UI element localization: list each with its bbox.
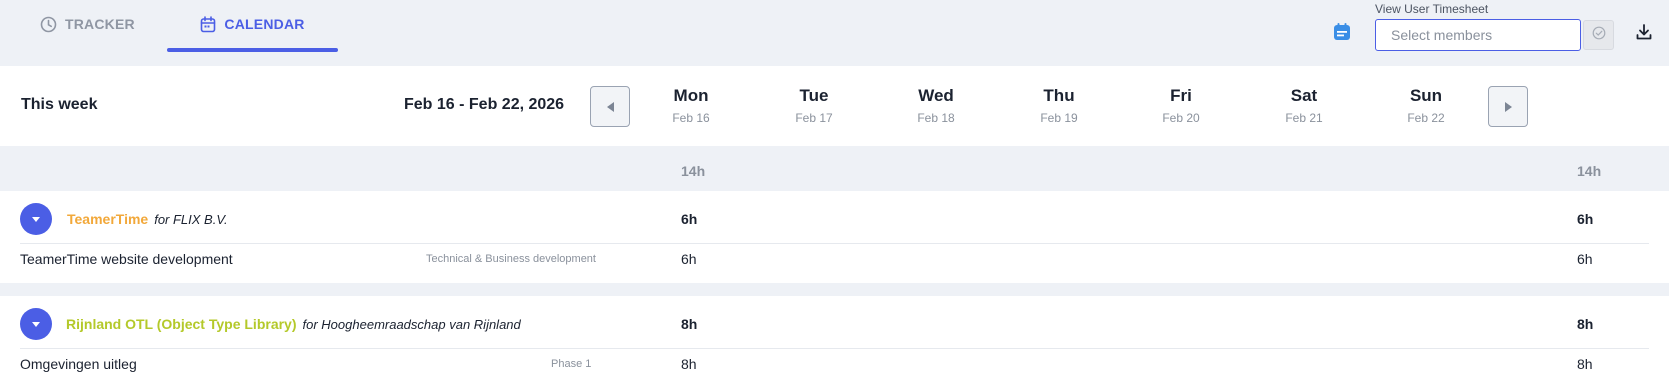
day-header-fri: Fri Feb 20: [1131, 86, 1231, 125]
project-client: for FLIX B.V.: [154, 212, 228, 227]
arrow-right-icon: [1504, 101, 1512, 112]
task-category: Phase 1: [551, 358, 592, 370]
week-header: This week Feb 16 - Feb 22, 2026 Mon Feb …: [0, 66, 1669, 146]
task-hours-total: 6h: [1577, 251, 1593, 267]
task-hours-mon: 8h: [681, 356, 697, 372]
project-name: TeamerTime: [67, 211, 149, 227]
day-date: Feb 20: [1162, 111, 1200, 125]
chevron-down-icon: [32, 216, 40, 222]
divider: [20, 243, 1649, 244]
project-card: TeamerTime for FLIX B.V. 6h 6h TeamerTim…: [0, 191, 1669, 283]
project-client: for Hoogheemraadschap van Rijnland: [302, 317, 521, 332]
divider: [20, 348, 1649, 349]
top-bar: TRACKER CALENDAR View User Timesheet: [0, 0, 1669, 62]
day-name: Tue: [799, 86, 829, 105]
tab-calendar-label: CALENDAR: [224, 16, 305, 32]
day-header-thu: Thu Feb 19: [1009, 86, 1109, 125]
day-header-sat: Sat Feb 21: [1254, 86, 1354, 125]
day-date: Feb 18: [917, 111, 955, 125]
project-header: Rijnland OTL (Object Type Library) for H…: [66, 316, 521, 332]
day-date: Feb 21: [1285, 111, 1323, 125]
day-date: Feb 17: [795, 111, 833, 125]
task-hours-mon: 6h: [681, 251, 697, 267]
project-hours-mon: 8h: [681, 316, 698, 332]
tab-calendar[interactable]: CALENDAR: [167, 0, 338, 52]
day-name: Fri: [1170, 86, 1192, 105]
day-name: Sat: [1290, 86, 1318, 105]
expand-project-button[interactable]: [20, 203, 52, 235]
chevron-down-icon: [32, 321, 40, 327]
arrow-left-icon: [606, 101, 614, 112]
day-header-sun: Sun Feb 22: [1376, 86, 1476, 125]
totals-row: 14h 14h: [0, 152, 1669, 190]
task-hours-total: 8h: [1577, 356, 1593, 372]
clock-icon: [40, 16, 57, 33]
download-icon[interactable]: [1633, 21, 1655, 43]
calendar-picker-icon[interactable]: [1331, 21, 1353, 43]
day-name: Wed: [918, 86, 954, 105]
day-date: Feb 16: [672, 111, 710, 125]
view-user-timesheet-label: View User Timesheet: [1375, 2, 1489, 16]
project-name: Rijnland OTL (Object Type Library): [66, 316, 297, 332]
project-card: Rijnland OTL (Object Type Library) for H…: [0, 296, 1669, 387]
previous-week-button[interactable]: [590, 86, 630, 127]
task-category: Technical & Business development: [426, 253, 596, 265]
day-date: Feb 19: [1040, 111, 1078, 125]
project-hours-mon: 6h: [681, 211, 698, 227]
day-header-wed: Wed Feb 18: [886, 86, 986, 125]
confirm-members-button[interactable]: [1583, 20, 1614, 50]
next-week-button[interactable]: [1488, 86, 1528, 127]
week-date-range: Feb 16 - Feb 22, 2026: [404, 96, 565, 113]
expand-project-button[interactable]: [20, 308, 52, 340]
project-hours-total: 8h: [1577, 316, 1594, 332]
day-header-mon: Mon Feb 16: [641, 86, 741, 125]
select-members-input[interactable]: [1375, 19, 1581, 51]
task-name: TeamerTime website development: [20, 251, 233, 267]
total-mon: 14h: [681, 163, 706, 179]
week-title: This week: [21, 96, 98, 113]
day-name: Sun: [1409, 86, 1443, 105]
tab-tracker[interactable]: TRACKER: [40, 0, 160, 52]
check-circle-icon: [1592, 26, 1606, 45]
day-name: Thu: [1043, 86, 1075, 105]
project-header: TeamerTime for FLIX B.V.: [67, 211, 228, 227]
total-week: 14h: [1577, 163, 1602, 179]
task-name: Omgevingen uitleg: [20, 356, 137, 372]
project-hours-total: 6h: [1577, 211, 1594, 227]
calendar-icon: [200, 15, 216, 33]
tab-tracker-label: TRACKER: [65, 16, 135, 32]
day-header-tue: Tue Feb 17: [764, 86, 864, 125]
day-name: Mon: [673, 86, 709, 105]
day-date: Feb 22: [1407, 111, 1445, 125]
